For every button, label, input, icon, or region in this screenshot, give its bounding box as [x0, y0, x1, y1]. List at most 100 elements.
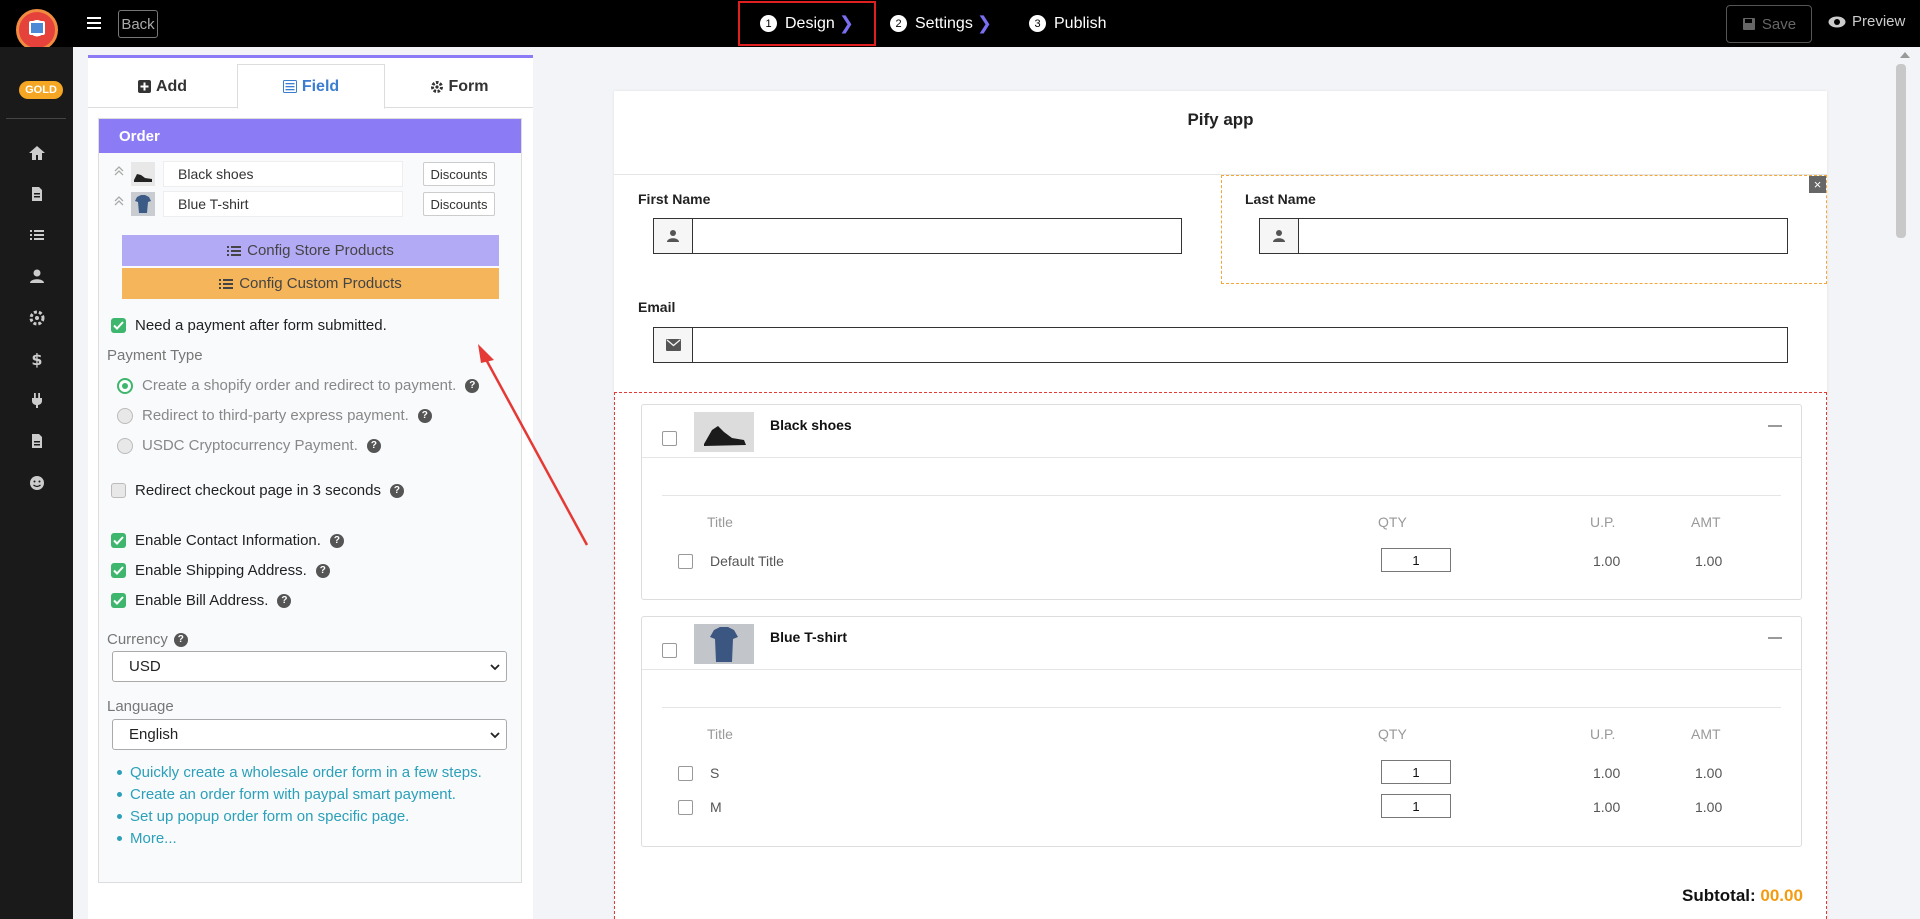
back-button[interactable]: Back: [118, 10, 158, 38]
payment-option[interactable]: Redirect to third-party express payment.…: [117, 407, 432, 424]
help-icon[interactable]: ?: [329, 533, 344, 548]
envelope-icon: [654, 328, 693, 362]
payment-type-label: Payment Type: [107, 347, 203, 364]
last-name-field[interactable]: [1259, 218, 1788, 254]
quantity-input[interactable]: 1: [1381, 760, 1451, 784]
quantity-input[interactable]: 1: [1381, 548, 1451, 572]
list-icon[interactable]: [28, 226, 46, 244]
tab-form[interactable]: Form: [385, 64, 533, 109]
scrollbar-thumb[interactable]: [1896, 64, 1906, 238]
discounts-button[interactable]: Discounts: [423, 192, 495, 216]
step-publish[interactable]: 3 Publish: [1029, 0, 1106, 47]
collapse-icon[interactable]: [1768, 425, 1782, 427]
black-shoes-image: [694, 412, 754, 452]
help-link-text: Create an order form with paypal smart p…: [130, 785, 456, 803]
step-settings[interactable]: 2 Settings ❯: [890, 0, 992, 47]
variant-checkbox[interactable]: [678, 554, 693, 569]
email-label: Email: [638, 299, 676, 315]
need-payment-checkbox-row[interactable]: Need a payment after form submitted.: [111, 317, 387, 334]
currency-select[interactable]: USD: [112, 651, 507, 682]
close-icon[interactable]: ×: [1809, 176, 1826, 193]
black-shoes-thumbnail: [131, 162, 155, 186]
list-icon: [219, 278, 234, 290]
unit-price: 1.00: [1593, 553, 1621, 569]
amount: 1.00: [1695, 799, 1723, 815]
language-value: English: [129, 726, 179, 743]
redirect-checkbox[interactable]: [111, 483, 126, 498]
product-row: Black shoes Discounts: [111, 161, 511, 187]
variant-checkbox[interactable]: [678, 766, 693, 781]
smile-icon[interactable]: [28, 474, 46, 492]
plan-badge: GOLD: [19, 81, 63, 99]
first-name-field[interactable]: [653, 218, 1182, 254]
last-name-label: Last Name: [1245, 191, 1316, 207]
step-design[interactable]: 1 Design ❯: [738, 1, 876, 46]
save-label: Save: [1761, 15, 1797, 33]
amount: 1.00: [1695, 553, 1723, 569]
form-preview-canvas: Pify app First Name × Last Name Email Bl…: [614, 91, 1827, 919]
language-select[interactable]: English: [112, 719, 507, 750]
help-icon[interactable]: ?: [417, 408, 432, 423]
help-icon[interactable]: ?: [277, 593, 292, 608]
enable-shipping-row[interactable]: Enable Shipping Address. ?: [111, 562, 330, 579]
enable-shipping-checkbox[interactable]: [111, 563, 126, 578]
dollar-icon[interactable]: $: [28, 350, 46, 368]
help-icon[interactable]: ?: [315, 563, 330, 578]
file-icon[interactable]: [28, 185, 46, 203]
step-label: Publish: [1054, 14, 1107, 32]
config-custom-products-button[interactable]: Config Custom Products: [122, 268, 499, 299]
gear-icon[interactable]: [28, 309, 46, 327]
help-icon[interactable]: ?: [366, 438, 381, 453]
enable-contact-checkbox[interactable]: [111, 533, 126, 548]
payment-option-label: Create a shopify order and redirect to p…: [142, 377, 457, 394]
collapse-icon[interactable]: [1768, 637, 1782, 639]
user-icon: [1260, 219, 1299, 253]
home-icon[interactable]: [28, 144, 46, 162]
config-store-label: Config Store Products: [247, 242, 394, 259]
tab-add[interactable]: Add: [88, 64, 237, 109]
enable-contact-row[interactable]: Enable Contact Information. ?: [111, 532, 344, 549]
redirect-label: Redirect checkout page in 3 seconds: [135, 482, 381, 499]
product-select-checkbox[interactable]: [662, 431, 677, 446]
help-link[interactable]: More...: [117, 827, 482, 849]
document-icon[interactable]: [28, 432, 46, 450]
product-select-checkbox[interactable]: [662, 643, 677, 658]
help-link[interactable]: Create an order form with paypal smart p…: [117, 783, 482, 805]
config-store-products-button[interactable]: Config Store Products: [122, 235, 499, 266]
svg-text:$: $: [31, 350, 42, 368]
payment-option[interactable]: USDC Cryptocurrency Payment. ?: [117, 437, 381, 454]
quantity-input[interactable]: 1: [1381, 794, 1451, 818]
app-logo[interactable]: [16, 9, 58, 51]
list-icon: [227, 245, 242, 257]
help-link[interactable]: Quickly create a wholesale order form in…: [117, 761, 482, 783]
sort-arrows-icon[interactable]: [114, 165, 124, 181]
help-link-text: Set up popup order form on specific page…: [130, 807, 410, 825]
radio-button[interactable]: [117, 377, 133, 394]
help-icon[interactable]: ?: [173, 632, 188, 647]
radio-button[interactable]: [117, 407, 133, 424]
enable-bill-row[interactable]: Enable Bill Address. ?: [111, 592, 292, 609]
redirect-checkbox-row[interactable]: Redirect checkout page in 3 seconds ?: [111, 482, 404, 499]
email-field[interactable]: [653, 327, 1788, 363]
subtotal-label: Subtotal:: [1682, 886, 1756, 905]
unit-price: 1.00: [1593, 799, 1621, 815]
payment-option[interactable]: Create a shopify order and redirect to p…: [117, 377, 480, 394]
sort-arrows-icon[interactable]: [114, 195, 124, 211]
plug-icon[interactable]: [28, 391, 46, 409]
hamburger-menu-icon[interactable]: [86, 14, 104, 32]
preview-button[interactable]: Preview: [1828, 13, 1905, 30]
tab-field[interactable]: Field: [237, 64, 385, 109]
product-card-header: Black shoes: [642, 405, 1801, 458]
save-button[interactable]: Save: [1726, 5, 1812, 43]
variant-checkbox[interactable]: [678, 800, 693, 815]
enable-bill-checkbox[interactable]: [111, 593, 126, 608]
scroll-up-arrow-icon[interactable]: [1900, 52, 1910, 58]
radio-button[interactable]: [117, 437, 133, 454]
help-link[interactable]: Set up popup order form on specific page…: [117, 805, 482, 827]
help-icon[interactable]: ?: [389, 483, 404, 498]
user-icon[interactable]: [28, 267, 46, 285]
chevron-right-icon: ❯: [976, 13, 992, 33]
discounts-button[interactable]: Discounts: [423, 162, 495, 186]
payment-option-label: USDC Cryptocurrency Payment.: [142, 437, 358, 454]
need-payment-checkbox[interactable]: [111, 318, 126, 333]
